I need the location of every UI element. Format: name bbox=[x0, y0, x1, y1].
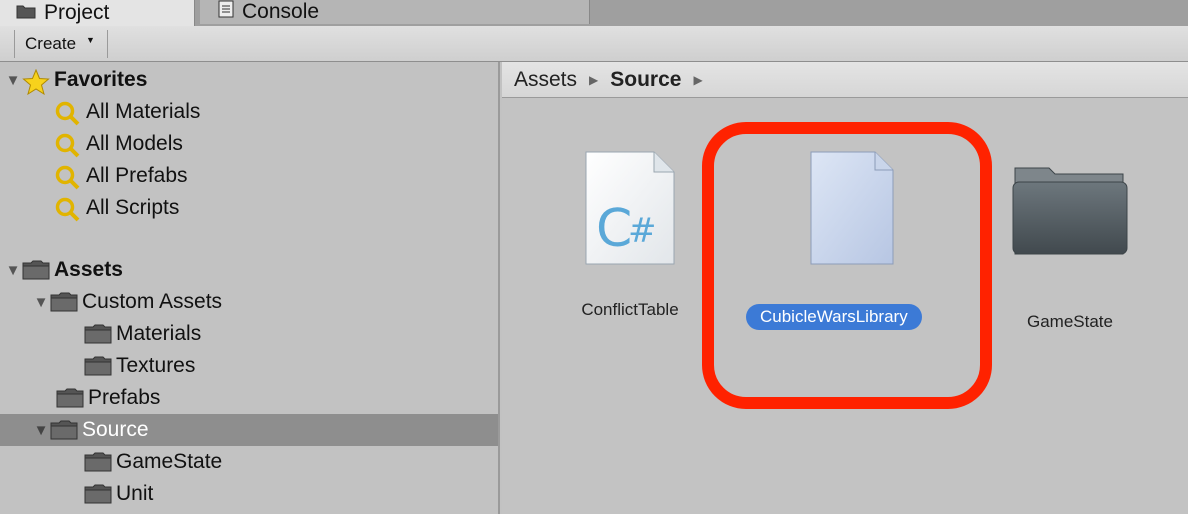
tree-label-textures: Textures bbox=[116, 354, 196, 377]
folder-icon bbox=[16, 1, 36, 25]
tree-item-gamestate[interactable]: GameState bbox=[0, 446, 498, 478]
create-dropdown-button[interactable]: Create ▼ bbox=[14, 30, 108, 58]
tree-label-all-prefabs: All Prefabs bbox=[86, 164, 188, 187]
folder-icon bbox=[84, 451, 112, 473]
folder-icon bbox=[56, 387, 84, 409]
tree-label-custom-assets: Custom Assets bbox=[82, 290, 223, 313]
search-icon bbox=[54, 101, 82, 126]
asset-conflicttable[interactable]: C # ConflictTable bbox=[562, 150, 698, 320]
tree-item-all-materials[interactable]: All Materials bbox=[0, 96, 498, 128]
folder-icon bbox=[84, 323, 112, 345]
tree-label-assets: Assets bbox=[54, 258, 123, 281]
tab-console-label: Console bbox=[242, 0, 320, 23]
tree-label-materials: Materials bbox=[116, 322, 202, 345]
search-icon bbox=[54, 133, 82, 158]
tree-label-all-scripts: All Scripts bbox=[86, 196, 180, 219]
tree-label-source: Source bbox=[82, 418, 149, 441]
asset-gamestate[interactable]: GameState bbox=[1006, 162, 1134, 332]
tree-label-favorites: Favorites bbox=[54, 68, 148, 91]
create-label: Create bbox=[25, 34, 77, 53]
expand-triangle-icon[interactable]: ▼ bbox=[32, 294, 50, 311]
breadcrumb-separator-icon: ▶ bbox=[589, 72, 599, 87]
tree-label-all-models: All Models bbox=[86, 132, 183, 155]
breadcrumb: Assets ▶ Source ▶ bbox=[502, 62, 1188, 98]
expand-triangle-icon[interactable]: ▼ bbox=[4, 72, 22, 89]
breadcrumb-separator-icon[interactable]: ▶ bbox=[693, 73, 702, 87]
tree-item-textures[interactable]: Textures bbox=[0, 350, 498, 382]
folder-icon bbox=[84, 355, 112, 377]
tree-item-materials[interactable]: Materials bbox=[0, 318, 498, 350]
tab-console[interactable]: Console bbox=[200, 0, 590, 24]
tree-label-prefabs: Prefabs bbox=[88, 386, 161, 409]
tree-item-custom-assets[interactable]: ▼ Custom Assets bbox=[0, 286, 498, 318]
asset-label-conflicttable: ConflictTable bbox=[581, 300, 679, 319]
search-icon bbox=[54, 197, 82, 222]
svg-text:#: # bbox=[628, 211, 657, 251]
star-icon bbox=[22, 68, 50, 96]
tree-item-favorites[interactable]: ▼ Favorites bbox=[0, 64, 498, 96]
tree-label-gamestate: GameState bbox=[116, 450, 223, 473]
tree-label-unit: Unit bbox=[116, 482, 154, 505]
breadcrumb-source[interactable]: Source bbox=[610, 68, 681, 92]
tree-item-source[interactable]: ▼ Source bbox=[0, 414, 498, 446]
dropdown-caret-icon: ▼ bbox=[86, 35, 95, 45]
expand-triangle-icon[interactable]: ▼ bbox=[4, 262, 22, 279]
search-icon bbox=[54, 165, 82, 190]
expand-triangle-icon[interactable]: ▼ bbox=[32, 422, 50, 439]
asset-label-gamestate: GameState bbox=[1027, 312, 1113, 331]
folder-icon bbox=[84, 483, 112, 505]
project-toolbar: Create ▼ bbox=[0, 26, 1188, 62]
tree-item-prefabs[interactable]: Prefabs bbox=[0, 382, 498, 414]
tab-project[interactable]: Project bbox=[0, 0, 195, 26]
folder-icon bbox=[50, 419, 78, 441]
tree-label-all-materials: All Materials bbox=[86, 100, 201, 123]
svg-text:C: C bbox=[596, 199, 632, 259]
asset-browser: Assets ▶ Source ▶ C # ConflictTable Cubi… bbox=[502, 62, 1188, 514]
console-icon bbox=[218, 0, 234, 24]
tree-item-all-scripts[interactable]: All Scripts bbox=[0, 192, 498, 224]
annotation-highlight bbox=[702, 122, 992, 409]
tab-bar: Project Console bbox=[0, 0, 1188, 26]
project-tree: ▼ Favorites All Materials All Models All… bbox=[0, 62, 500, 514]
tree-item-all-prefabs[interactable]: All Prefabs bbox=[0, 160, 498, 192]
csharp-script-icon: C # bbox=[562, 150, 698, 270]
tree-item-unit[interactable]: Unit bbox=[0, 478, 498, 510]
folder-icon bbox=[22, 259, 50, 281]
tree-item-all-models[interactable]: All Models bbox=[0, 128, 498, 160]
tab-project-label: Project bbox=[44, 1, 110, 24]
folder-icon bbox=[50, 291, 78, 313]
tree-item-assets[interactable]: ▼ Assets bbox=[0, 254, 498, 286]
folder-icon bbox=[1006, 162, 1134, 270]
breadcrumb-assets[interactable]: Assets bbox=[514, 68, 577, 92]
